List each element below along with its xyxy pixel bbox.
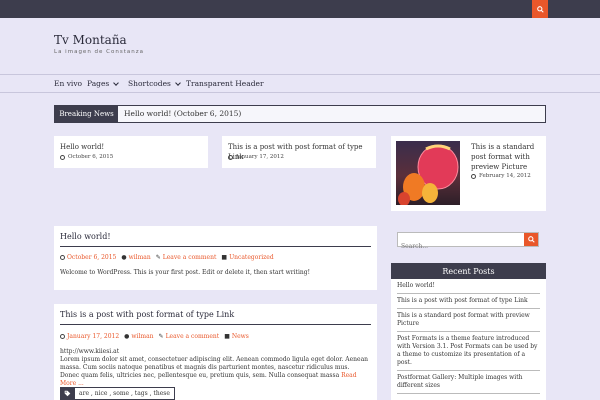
post-title[interactable]: Hello world! — [60, 232, 111, 241]
comment-icon: ✎ — [155, 254, 161, 261]
recent-post-link[interactable]: This is a post with post format of type … — [397, 294, 540, 309]
post-excerpt: Welcome to WordPress. This is your first… — [60, 269, 310, 276]
nav-item-transparent-header[interactable]: Transparent Header — [186, 79, 264, 88]
featured-post-card[interactable]: This is a standard post format with prev… — [391, 136, 546, 211]
featured-post-date: February 14, 2012 — [479, 173, 531, 179]
post-entry: Hello world! October 6, 2015 ● wilman ✎ Le… — [54, 226, 377, 290]
post-link-url[interactable]: http://www.kiiesi.at — [60, 348, 369, 356]
post-comments-group: ✎ Leave a comment — [159, 333, 220, 340]
sidebar-search-button[interactable] — [524, 233, 538, 246]
tag-icon — [60, 387, 74, 400]
post-date[interactable]: January 17, 2012 — [67, 333, 119, 340]
clock-icon — [60, 334, 65, 339]
post-author[interactable]: wilman — [131, 333, 153, 340]
post-tags: are , nice , some , tags , these — [60, 387, 175, 400]
clock-icon — [471, 173, 476, 179]
top-bar — [0, 0, 600, 18]
clock-icon — [228, 154, 233, 160]
tag-list[interactable]: are , nice , some , tags , these — [74, 387, 175, 400]
main-navigation: En vivo Pages Shortcodes Transparent Hea… — [0, 74, 600, 93]
post-comments-link[interactable]: Leave a comment — [166, 333, 220, 340]
search-input[interactable] — [398, 240, 523, 253]
post-author-group: ● wilman — [121, 254, 150, 261]
user-icon: ● — [124, 333, 130, 340]
featured-post-date: January 17, 2012 — [236, 154, 284, 160]
nav-item-pages[interactable]: Pages — [87, 79, 120, 88]
site-tagline: La imagen de Constanza — [54, 49, 144, 55]
post-entry: This is a post with post format of type … — [54, 304, 377, 400]
nav-label: En vivo — [54, 79, 83, 88]
recent-posts-widget: Recent Posts Hello world! This is a post… — [391, 263, 546, 400]
post-excerpt-text: Lorem ipsum dolor sit amet, consectetuer… — [60, 356, 369, 379]
recent-post-link[interactable]: This is a standard post format with prev… — [397, 309, 540, 332]
post-title[interactable]: This is a post with post format of type … — [60, 310, 234, 319]
site-title[interactable]: Tv Montaña — [54, 33, 127, 47]
featured-post-title[interactable]: Hello world! — [60, 142, 104, 152]
featured-post-card[interactable]: Hello world! October 6, 2015 — [54, 136, 208, 168]
post-date-group: October 6, 2015 — [60, 254, 116, 261]
featured-post-meta: February 14, 2012 — [471, 173, 531, 179]
recent-posts-list: Hello world! This is a post with post fo… — [391, 279, 546, 394]
nav-label: Pages — [87, 79, 110, 88]
nav-item-shortcodes[interactable]: Shortcodes — [128, 79, 181, 88]
sidebar-search — [397, 232, 539, 253]
chevron-down-icon — [113, 79, 120, 86]
folder-icon: ■ — [224, 333, 230, 340]
post-category[interactable]: Uncategorized — [229, 254, 274, 261]
post-comments-link[interactable]: Leave a comment — [163, 254, 217, 261]
balloon-illustration — [398, 144, 459, 205]
featured-post-meta: January 17, 2012 — [228, 154, 284, 160]
search-icon — [527, 236, 535, 243]
chevron-down-icon — [175, 79, 181, 86]
post-meta: October 6, 2015 ● wilman ✎ Leave a comment… — [60, 254, 274, 261]
post-meta: January 17, 2012 ● wilman ✎ Leave a commen… — [60, 333, 249, 340]
breaking-news-bar: Breaking News Hello world! (October 6, 2… — [54, 105, 546, 123]
featured-post-meta: October 6, 2015 — [60, 154, 113, 160]
hot-air-balloon-image[interactable] — [396, 141, 460, 205]
post-date[interactable]: October 6, 2015 — [67, 254, 116, 261]
post-title-divider — [60, 246, 371, 247]
search-icon — [536, 5, 544, 13]
folder-icon: ■ — [221, 254, 228, 261]
recent-post-link[interactable]: Hello world! — [397, 279, 540, 294]
post-category-group: ■ News — [224, 333, 249, 340]
clock-icon — [60, 154, 65, 160]
header-search-button[interactable] — [532, 0, 548, 18]
nav-item-en-vivo[interactable]: En vivo — [54, 79, 82, 88]
breaking-news-label: Breaking News — [55, 106, 118, 122]
clock-icon — [60, 255, 65, 260]
featured-post-date: October 6, 2015 — [68, 154, 114, 160]
featured-post-title[interactable]: This is a standard post format with prev… — [471, 142, 541, 172]
featured-post-card[interactable]: This is a post with post format of type … — [222, 136, 376, 168]
post-comments-group: ✎ Leave a comment — [156, 254, 217, 261]
post-category[interactable]: News — [232, 333, 249, 340]
nav-label: Shortcodes — [128, 79, 171, 88]
post-excerpt: Lorem ipsum dolor sit amet, consectetuer… — [60, 356, 369, 388]
recent-post-link[interactable]: Post Formats is a theme feature introduc… — [397, 332, 540, 371]
post-author-group: ● wilman — [124, 333, 153, 340]
recent-post-link[interactable]: Postformat Gallery: Multiple images with… — [397, 371, 540, 394]
user-icon: ● — [121, 254, 127, 261]
nav-label: Transparent Header — [186, 79, 264, 88]
breaking-news-link[interactable]: Hello world! (October 6, 2015) — [124, 109, 241, 118]
post-title-divider — [60, 324, 371, 325]
post-date-group: January 17, 2012 — [60, 333, 119, 340]
post-author[interactable]: wilman — [129, 254, 151, 261]
comment-icon: ✎ — [158, 333, 164, 340]
post-category-group: ■ Uncategorized — [221, 254, 273, 261]
recent-posts-title: Recent Posts — [391, 263, 546, 279]
